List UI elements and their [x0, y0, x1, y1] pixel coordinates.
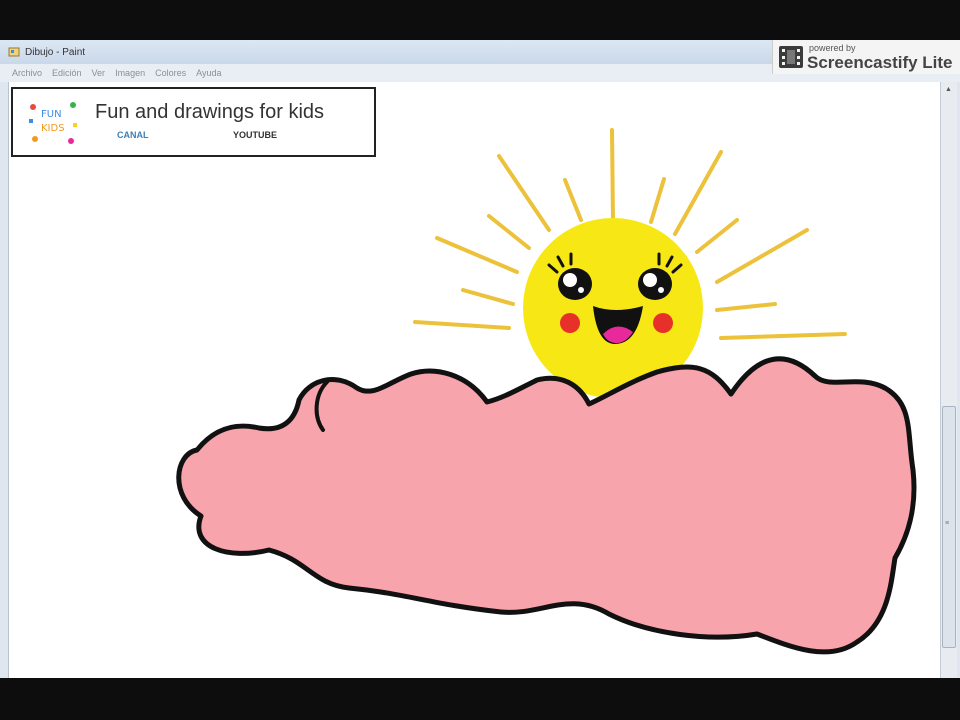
drawing-canvas[interactable]	[8, 82, 941, 678]
logo-text-kids: KIDS	[41, 123, 65, 134]
fun-kids-logo: FUN KIDS	[27, 97, 79, 147]
channel-title: Fun and drawings for kids	[95, 101, 325, 123]
grip-icon: ≡	[945, 520, 950, 527]
menu-ayuda[interactable]: Ayuda	[196, 68, 221, 78]
canal-link[interactable]: CANAL	[117, 130, 149, 140]
pink-cloud	[176, 356, 917, 655]
film-icon	[779, 46, 803, 68]
cartoon-drawing	[176, 128, 917, 655]
scroll-up-icon[interactable]: ▲	[945, 86, 952, 93]
menu-colores[interactable]: Colores	[155, 68, 186, 78]
brand-label: Screencastify Lite	[807, 53, 953, 72]
paint-app-icon	[8, 47, 20, 57]
paint-window: Dibujo - Paint Archivo Edición Ver Image…	[0, 40, 960, 678]
menu-imagen[interactable]: Imagen	[115, 68, 145, 78]
youtube-link[interactable]: YOUTUBE	[233, 130, 277, 140]
logo-text-fun: FUN	[41, 109, 62, 120]
menu-archivo[interactable]: Archivo	[12, 68, 42, 78]
menu-ver[interactable]: Ver	[92, 68, 106, 78]
channel-banner: FUN KIDS Fun and drawings for kids CANAL…	[11, 87, 376, 157]
menu-edicion[interactable]: Edición	[52, 68, 82, 78]
powered-by-label: powered by	[809, 43, 856, 53]
vertical-scrollbar[interactable]: ▲ ≡ ▼	[940, 82, 957, 678]
window-title: Dibujo - Paint	[25, 46, 86, 58]
vertical-scroll-thumb[interactable]	[942, 406, 956, 648]
screencastify-watermark: powered by Screencastify Lite	[772, 40, 960, 74]
